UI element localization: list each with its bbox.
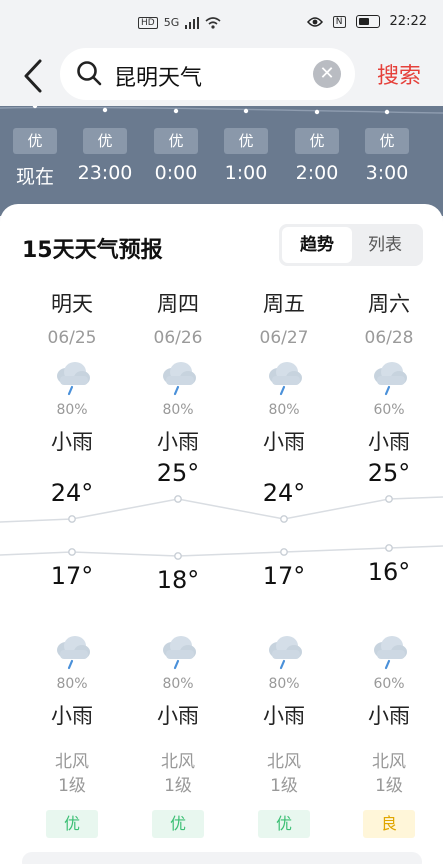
rain-cloud-icon — [231, 632, 337, 676]
wind-level: 1级 — [58, 776, 86, 796]
high-temp-point — [68, 515, 76, 523]
clear-icon[interactable]: ✕ — [313, 60, 341, 88]
status-left: HD 5G — [138, 16, 221, 29]
wind-direction: 北风 — [267, 752, 301, 772]
low-temp-label: 17° — [262, 562, 306, 590]
hd-icon: HD — [138, 16, 158, 29]
wind-info: 北风 1级 — [231, 750, 337, 798]
precip-chance: 80% — [268, 676, 300, 692]
low-temp-point — [280, 548, 288, 556]
aqi-badge: 良 — [363, 810, 415, 838]
wind-info: 北风 1级 — [125, 750, 231, 798]
search-icon — [77, 61, 102, 86]
forecast-night-column[interactable]: 80% 小雨北风 1级优 — [125, 622, 231, 838]
night-weather: 小雨 — [157, 704, 199, 728]
high-temp-label: 25° — [156, 459, 200, 487]
night-weather: 小雨 — [368, 704, 410, 728]
search-query[interactable]: 昆明天气 — [114, 60, 202, 92]
low-temp-label: 16° — [367, 558, 411, 586]
next-section-peek — [22, 852, 422, 864]
hourly-item: 优 3:00 — [357, 128, 417, 184]
status-bar: HD 5G N 22:22 — [0, 0, 443, 48]
forecast-night-column[interactable]: 80% 小雨北风 1级优 — [19, 622, 125, 838]
hourly-aqi-badge: 优 — [154, 128, 198, 154]
hourly-time: 23:00 — [77, 162, 133, 184]
aqi-badge: 优 — [152, 810, 204, 838]
hourly-strip[interactable]: 优现在优23:00优0:00优1:00优2:00优3:004 — [0, 106, 443, 216]
signal-icon — [185, 16, 200, 29]
high-temp-point — [174, 495, 182, 503]
low-temp-label: 17° — [50, 562, 94, 590]
hourly-curve — [0, 106, 443, 115]
high-temp-point — [385, 495, 393, 503]
hourly-aqi-badge: 优 — [13, 128, 57, 154]
rain-cloud-icon — [125, 632, 231, 676]
rain-cloud-icon — [336, 632, 442, 676]
hourly-aqi-badge: 优 — [83, 128, 127, 154]
hourly-item: 优 2:00 — [287, 128, 347, 184]
forecast-night-column[interactable]: 80% 小雨北风 1级优 — [231, 622, 337, 838]
wind-level: 1级 — [375, 776, 403, 796]
wind-info: 北风 1级 — [19, 750, 125, 798]
hourly-item: 优 0:00 — [146, 128, 206, 184]
wind-direction: 北风 — [55, 752, 89, 772]
hourly-time: 现在 — [15, 166, 54, 188]
precip-chance: 80% — [56, 676, 88, 692]
battery-icon — [355, 15, 380, 28]
high-temp-label: 24° — [262, 479, 306, 507]
hourly-item: 优现在 — [5, 128, 65, 189]
hourly-time: 1:00 — [224, 162, 268, 184]
precip-chance: 80% — [162, 676, 194, 692]
hourly-time: 3:00 — [365, 162, 409, 184]
hourly-time: 2:00 — [295, 162, 339, 184]
low-temp-label: 18° — [156, 566, 200, 594]
low-temp-point — [385, 544, 393, 552]
night-weather: 小雨 — [263, 704, 305, 728]
hourly-time: 0:00 — [154, 162, 198, 184]
eye-icon — [306, 16, 323, 27]
search-button[interactable]: 搜索 — [377, 58, 421, 90]
hourly-aqi-badge: 优 — [295, 128, 339, 154]
hourly-aqi-badge: 优 — [224, 128, 268, 154]
wind-direction: 北风 — [161, 752, 195, 772]
hourly-aqi-badge: 优 — [365, 128, 409, 154]
rain-cloud-icon — [19, 632, 125, 676]
high-temp-label: 24° — [50, 479, 94, 507]
signal-label: 5G — [163, 16, 180, 29]
low-temp-point — [174, 552, 182, 560]
wind-info: 北风 1级 — [336, 750, 442, 798]
hourly-item: 4 — [428, 128, 443, 188]
aqi-badge: 优 — [46, 810, 98, 838]
wind-level: 1级 — [164, 776, 192, 796]
status-right: N 22:22 — [306, 14, 427, 29]
wifi-icon — [205, 16, 221, 29]
high-temp-label: 25° — [367, 459, 411, 487]
search-bar: 昆明天气 ✕ 搜索 — [0, 48, 443, 106]
hourly-item: 优 23:00 — [75, 128, 135, 184]
hourly-item: 优 1:00 — [216, 128, 276, 184]
high-temp-point — [280, 515, 288, 523]
precip-chance: 60% — [373, 676, 405, 692]
low-temp-point — [68, 548, 76, 556]
back-icon[interactable] — [18, 58, 48, 94]
wind-direction: 北风 — [372, 752, 406, 772]
wind-level: 1级 — [270, 776, 298, 796]
hourly-time: 4 — [428, 166, 443, 188]
status-time: 22:22 — [389, 14, 427, 29]
night-weather: 小雨 — [51, 704, 93, 728]
forecast-card: 15天天气预报 趋势 列表 明天 06/25 80% 小雨 周四 06/26 80% 小雨 周五… — [0, 204, 443, 864]
nfc-icon: N — [332, 15, 346, 28]
low-temp-line — [0, 545, 443, 557]
forecast-night-column[interactable]: 60% 小雨北风 1级良 — [336, 622, 442, 838]
aqi-badge: 优 — [258, 810, 310, 838]
search-input[interactable]: 昆明天气 ✕ — [60, 48, 355, 100]
